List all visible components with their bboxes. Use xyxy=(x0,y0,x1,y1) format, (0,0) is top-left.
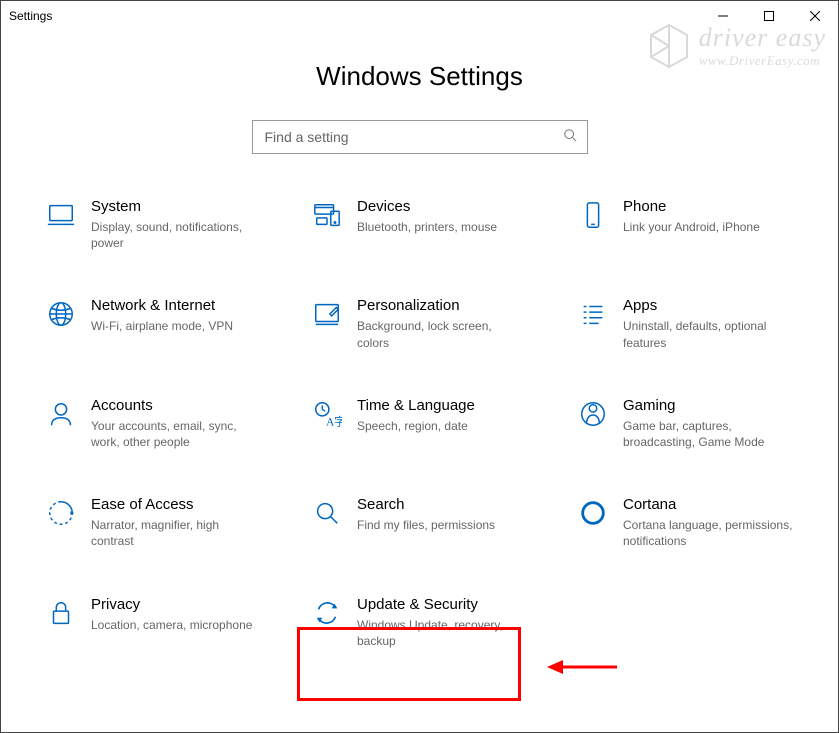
phone-icon xyxy=(571,198,615,230)
tile-label: Cortana xyxy=(623,496,793,514)
tile-update-security[interactable]: Update & Security Windows Update, recove… xyxy=(305,596,547,649)
search-icon xyxy=(563,128,577,147)
accounts-icon xyxy=(39,397,83,429)
personalization-icon xyxy=(305,297,349,329)
tile-desc: Bluetooth, printers, mouse xyxy=(357,219,497,235)
tile-label: Ease of Access xyxy=(91,496,261,514)
cortana-icon xyxy=(571,496,615,528)
window-title: Settings xyxy=(9,9,52,23)
tile-desc: Find my files, permissions xyxy=(357,517,495,533)
tile-label: Personalization xyxy=(357,297,527,315)
search-container xyxy=(1,120,838,154)
tile-desc: Background, lock screen, colors xyxy=(357,318,527,350)
tile-time-language[interactable]: A字 Time & Language Speech, region, date xyxy=(305,397,547,450)
tile-label: Network & Internet xyxy=(91,297,233,315)
tile-desc: Display, sound, notifications, power xyxy=(91,219,261,251)
search-box[interactable] xyxy=(252,120,588,154)
system-icon xyxy=(39,198,83,230)
tile-desc: Speech, region, date xyxy=(357,418,475,434)
search-tile-icon xyxy=(305,496,349,528)
tile-cortana[interactable]: Cortana Cortana language, permissions, n… xyxy=(571,496,813,549)
tile-label: Phone xyxy=(623,198,760,216)
tile-desc: Uninstall, defaults, optional features xyxy=(623,318,793,350)
tile-phone[interactable]: Phone Link your Android, iPhone xyxy=(571,198,813,251)
time-language-icon: A字 xyxy=(305,397,349,429)
maximize-button[interactable] xyxy=(746,1,792,31)
tile-desc: Your accounts, email, sync, work, other … xyxy=(91,418,261,450)
tile-system[interactable]: System Display, sound, notifications, po… xyxy=(39,198,281,251)
tile-gaming[interactable]: Gaming Game bar, captures, broadcasting,… xyxy=(571,397,813,450)
tile-devices[interactable]: Devices Bluetooth, printers, mouse xyxy=(305,198,547,251)
settings-grid: System Display, sound, notifications, po… xyxy=(1,198,838,669)
tile-desc: Narrator, magnifier, high contrast xyxy=(91,517,261,549)
tile-label: Search xyxy=(357,496,495,514)
search-input[interactable] xyxy=(263,128,563,146)
tile-search[interactable]: Search Find my files, permissions xyxy=(305,496,547,549)
ease-of-access-icon xyxy=(39,496,83,528)
network-icon xyxy=(39,297,83,329)
devices-icon xyxy=(305,198,349,230)
tile-apps[interactable]: Apps Uninstall, defaults, optional featu… xyxy=(571,297,813,350)
tile-label: Time & Language xyxy=(357,397,475,415)
privacy-icon xyxy=(39,596,83,628)
tile-ease-of-access[interactable]: Ease of Access Narrator, magnifier, high… xyxy=(39,496,281,549)
page-title: Windows Settings xyxy=(1,61,838,92)
tile-label: Apps xyxy=(623,297,793,315)
tile-desc: Windows Update, recovery, backup xyxy=(357,617,527,649)
tile-label: Devices xyxy=(357,198,497,216)
minimize-button[interactable] xyxy=(700,1,746,31)
svg-text:A字: A字 xyxy=(326,414,342,428)
window-controls xyxy=(700,1,838,31)
tile-privacy[interactable]: Privacy Location, camera, microphone xyxy=(39,596,281,649)
tile-desc: Wi-Fi, airplane mode, VPN xyxy=(91,318,233,334)
update-security-icon xyxy=(305,596,349,628)
tile-network[interactable]: Network & Internet Wi-Fi, airplane mode,… xyxy=(39,297,281,350)
tile-label: System xyxy=(91,198,261,216)
tile-desc: Link your Android, iPhone xyxy=(623,219,760,235)
close-button[interactable] xyxy=(792,1,838,31)
tile-label: Privacy xyxy=(91,596,252,614)
tile-desc: Cortana language, permissions, notificat… xyxy=(623,517,793,549)
tile-accounts[interactable]: Accounts Your accounts, email, sync, wor… xyxy=(39,397,281,450)
tile-label: Gaming xyxy=(623,397,793,415)
gaming-icon xyxy=(571,397,615,429)
tile-label: Accounts xyxy=(91,397,261,415)
tile-desc: Game bar, captures, broadcasting, Game M… xyxy=(623,418,793,450)
tile-desc: Location, camera, microphone xyxy=(91,617,252,633)
apps-icon xyxy=(571,297,615,329)
tile-personalization[interactable]: Personalization Background, lock screen,… xyxy=(305,297,547,350)
tile-label: Update & Security xyxy=(357,596,527,614)
